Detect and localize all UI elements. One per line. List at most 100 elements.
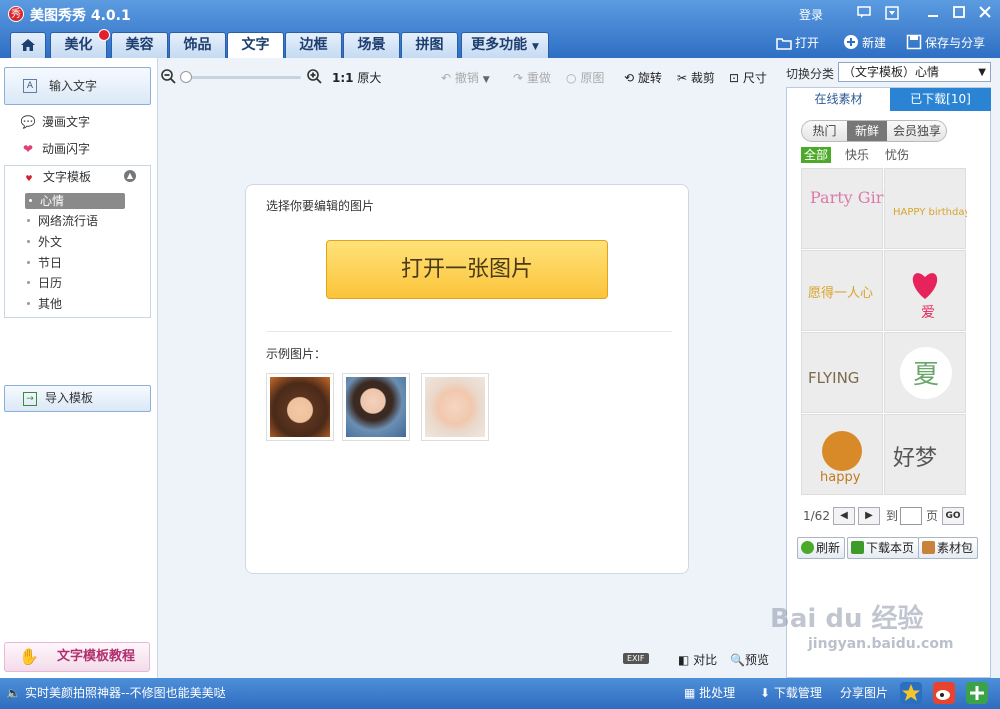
download-icon: ⬇ [760,686,771,700]
comic-text-item[interactable]: 💬 漫画文字 [20,114,91,130]
category-select[interactable]: （文字模板）心情 ▼ [838,62,991,82]
chevron-down-icon: ▼ [531,42,539,52]
chevron-left-icon: ◀ [840,510,848,521]
zoom-out-icon[interactable] [161,69,176,88]
subitem-mood[interactable]: 心情 [25,193,125,209]
tab-border[interactable]: 边框 [285,32,342,58]
open-image-card: 选择你要编辑的图片 打开一张图片 示例图片： [245,184,689,574]
subitem-other[interactable]: 其他 [27,296,62,312]
tab-beautify[interactable]: 美化 [50,29,110,58]
seg-hot[interactable]: 热门 [802,121,847,141]
template-header[interactable]: ♥ 文字模板 [21,169,91,187]
share-image-button[interactable]: 分享图片 [840,685,888,701]
refresh-button[interactable]: 刷新 [797,537,846,559]
sample-thumbnail[interactable] [266,373,334,441]
feedback-icon[interactable] [855,4,873,22]
input-text-button[interactable]: A 输入文字 [4,67,151,105]
status-tip[interactable]: 实时美颜拍照神器--不修图也能美美哒 [25,685,226,701]
sticker-tile[interactable]: HAPPY birthday [884,168,967,249]
sticker-tile[interactable]: happy [801,414,883,495]
original-button[interactable]: ○ 原图 [566,70,604,86]
open-image-button[interactable]: 打开一张图片 [326,240,608,299]
zoom-in-icon[interactable] [307,69,322,88]
hand-icon: ✋ [19,647,39,666]
tab-text[interactable]: 文字 [227,32,284,58]
open-button[interactable]: 打开 [776,34,819,52]
subitem-label: 外文 [38,235,63,249]
rotate-button[interactable]: ⟲ 旋转 [624,70,662,86]
preview-icon: 🔍 [730,653,745,667]
tab-downloaded[interactable]: 已下载[10] [890,88,991,111]
tab-more[interactable]: 更多功能 ▼ [461,32,549,58]
speech-bubble-icon: 💬 [20,115,36,129]
compare-icon: ◧ [678,653,690,667]
sticker-tile[interactable]: FLYING [801,332,883,413]
filter-all[interactable]: 全部 [801,147,832,163]
minimize-icon[interactable] [924,4,942,22]
redo-button[interactable]: ↷ 重做 [513,70,551,86]
preview-button[interactable]: 🔍预览 [730,651,769,668]
compare-button[interactable]: ◧ 对比 [678,651,717,668]
anim-text-item[interactable]: ❤ 动画闪字 [20,141,90,157]
maximize-icon[interactable] [950,4,968,22]
material-pack-button[interactable]: 素材包 [918,537,979,559]
save-icon [906,34,922,50]
tab-home[interactable] [10,32,46,58]
sample-thumbnail[interactable] [421,373,489,441]
page-input[interactable] [900,507,922,525]
close-icon[interactable] [976,4,994,22]
subitem-foreign[interactable]: 外文 [27,234,62,250]
new-button[interactable]: 新建 [843,34,886,52]
zoom-slider-handle[interactable] [180,71,192,83]
subitem-label: 节日 [38,256,63,270]
download-manager-button[interactable]: ⬇ 下载管理 [760,685,822,701]
plus-icon[interactable] [966,682,988,704]
prev-page-button[interactable]: ◀ [833,507,855,525]
preview-label: 预览 [744,653,769,667]
right-panel: 切换分类 （文字模板）心情 ▼ 在线素材 已下载[10] 热门 新鲜 会员独享 全… [781,58,1000,678]
import-icon: → [23,392,37,406]
seg-vip[interactable]: 会员独享 [887,121,946,141]
next-page-button[interactable]: ▶ [858,507,880,525]
sample-photo-girl [270,377,330,437]
compare-label: 对比 [693,653,718,667]
sticker-tile[interactable]: 夏 [884,332,966,413]
crop-button[interactable]: ✂ 裁剪 [677,70,715,86]
tab-scene[interactable]: 场景 [343,32,400,58]
tutorial-button[interactable]: ✋ 文字模板教程 [4,642,150,672]
exif-button[interactable]: EXIF [623,653,649,664]
seg-new[interactable]: 新鲜 [847,121,887,141]
subitem-calendar[interactable]: 日历 [27,275,62,291]
sticker-tile[interactable]: Party Girl [801,168,884,249]
pager: 1/62 ◀ ▶ 到 页 GO [801,506,981,528]
collapse-icon[interactable]: ▲ [124,170,136,182]
batch-button[interactable]: ▦ 批处理 [684,685,735,701]
save-share-button[interactable]: 保存与分享 [906,34,985,52]
undo-button[interactable]: ↶ 撤销 ▼ [441,70,490,88]
home-icon [21,39,35,51]
subitem-holiday[interactable]: 节日 [27,255,62,271]
zoom-slider[interactable] [184,76,301,79]
subitem-internet-slang[interactable]: 网络流行语 [27,213,98,229]
sample-thumbnail[interactable] [342,373,410,441]
sticker-tile[interactable]: 好梦 [884,414,966,495]
login-link[interactable]: 登录 [799,6,823,23]
star-icon[interactable] [900,682,922,704]
original-size-button[interactable]: 1:1 原大 [332,70,381,86]
skin-icon[interactable] [883,4,901,22]
download-page-button[interactable]: 下载本页 [847,537,920,559]
weibo-icon[interactable] [933,682,955,704]
tab-online-material[interactable]: 在线素材 [787,88,890,111]
tab-accessories[interactable]: 饰品 [169,32,226,58]
sticker-tile[interactable]: 愿得一人心 [801,250,883,331]
filter-sad[interactable]: 忧伤 [885,147,909,163]
resize-button[interactable]: ⊡ 尺寸 [729,70,767,86]
tab-collage[interactable]: 拼图 [401,32,458,58]
tab-makeup[interactable]: 美容 [111,32,168,58]
tab-collage-label: 拼图 [415,37,444,53]
sticker-tile[interactable]: 爱 [884,250,966,331]
import-template-button[interactable]: → 导入模板 [4,385,151,412]
tab-accessories-label: 饰品 [183,37,212,53]
filter-happy[interactable]: 快乐 [845,147,869,163]
go-button[interactable]: GO [942,507,964,525]
